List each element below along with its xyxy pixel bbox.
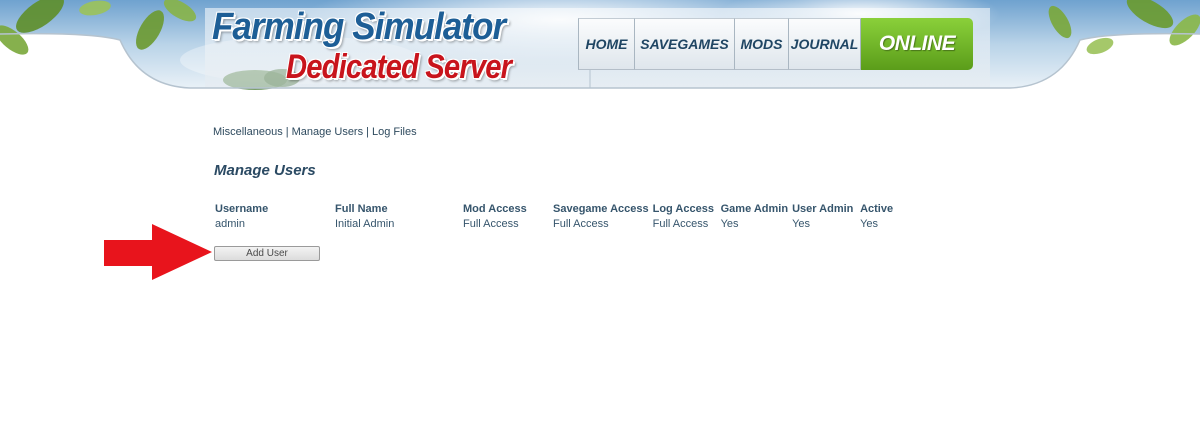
farming-simulator-logo[interactable]: Farming Simulator Dedicated Server [206,6,512,92]
cell-user-admin: Yes [792,217,811,230]
nav-savegames[interactable]: SAVEGAMES [634,18,734,70]
subnav-separator: | [285,126,289,138]
add-user-button[interactable]: Add User [214,246,320,261]
red-arrow-icon [104,224,212,280]
subnav-miscellaneous[interactable]: Miscellaneous [213,126,283,138]
nav-home[interactable]: HOME [578,18,634,70]
table-row[interactable]: admin Initial Admin Full Access Full Acc… [213,216,898,231]
column-header-active: Active [860,202,894,215]
column-header-savegame-access: Savegame Access [553,202,649,215]
cell-username: admin [215,217,245,230]
cell-savegame-access: Full Access [553,217,609,230]
main-navigation: HOME SAVEGAMES MODS JOURNAL ONLINE [578,18,973,70]
cell-full-name: Initial Admin [335,217,395,230]
subnav-separator: | [366,126,369,138]
column-header-full-name: Full Name [335,202,388,215]
breadcrumb: Miscellaneous | Manage Users | Log Files [213,126,417,138]
table-header-row: Username Full Name Mod Access Savegame A… [213,201,898,216]
cell-log-access: Full Access [652,217,709,230]
online-status-button[interactable]: ONLINE [861,18,973,70]
logo-subtitle: Dedicated Server [286,48,512,86]
column-header-user-admin: User Admin [792,202,854,215]
subnav-log-files[interactable]: Log Files [372,126,417,138]
nav-mods[interactable]: MODS [734,18,788,70]
page-title: Manage Users [214,162,316,179]
column-header-mod-access: Mod Access [463,202,527,215]
column-header-username: Username [215,202,269,215]
column-header-log-access: Log Access [652,202,714,215]
subnav-manage-users[interactable]: Manage Users [292,126,364,138]
header-banner: Farming Simulator Dedicated Server HOME … [0,0,1200,96]
cell-game-admin: Yes [720,217,739,230]
nav-journal[interactable]: JOURNAL [788,18,861,70]
column-header-game-admin: Game Admin [720,202,789,215]
logo-title: Farming Simulator [212,6,506,48]
cell-active: Yes [860,217,879,230]
cell-mod-access: Full Access [463,217,519,230]
users-table: Username Full Name Mod Access Savegame A… [213,201,898,231]
